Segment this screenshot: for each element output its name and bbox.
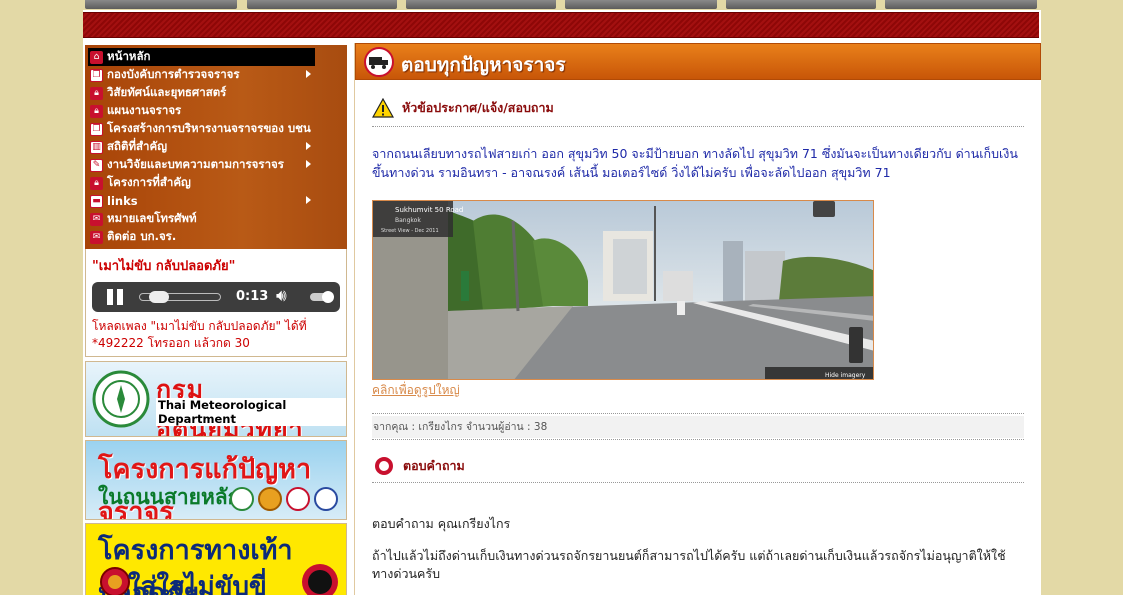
- warning-sign-icon: [302, 564, 338, 595]
- arrow-right-icon: [306, 70, 311, 78]
- sidebar-item-label: โครงการที่สำคัญ: [107, 175, 191, 189]
- pages-icon: ❐: [90, 68, 103, 82]
- tmd-seal-icon: [92, 370, 150, 428]
- sidebar-item-statistics[interactable]: ▥ สถิติที่สำคัญ: [88, 138, 344, 156]
- photo-hide-label: Hide imagery: [825, 372, 866, 379]
- playback-time: 0:13: [236, 289, 269, 304]
- sidebar-item-label: ติดต่อ บก.จร.: [107, 229, 177, 243]
- main-content: ตอบทุกปัญหาจราจร หัวข้อประกาศ/แจ้ง/สอบถา…: [354, 43, 1041, 595]
- sidebar-item-label: กองบังคับการตำรวจจราจร: [107, 67, 240, 81]
- pages-icon: ❐: [90, 122, 103, 136]
- volume-icon[interactable]: 🔊︎: [276, 286, 287, 306]
- safe-walkway-banner[interactable]: โครงการทางเท้าปลอดภัย ใส่ใจไม่ขับขี่: [85, 523, 347, 595]
- top-tab[interactable]: [247, 0, 397, 9]
- tmd-banner[interactable]: กรมอุตุนิยมวิทยา Thai Meteorological Dep…: [85, 361, 347, 437]
- sidebar-menu: ⌂ หน้าหลัก ❐ กองบังคับการตำรวจจราจร 🔒︎ ว…: [85, 45, 347, 249]
- top-tab[interactable]: [85, 0, 237, 9]
- question-text: จากถนนเลียบทางรถไฟสายเก่า ออก สุขุมวิท 5…: [372, 146, 1018, 180]
- answer-body: ถ้าไปแล้วไม่ถึงด่านเก็บเงินทางด่วนรถจักร…: [372, 548, 1006, 581]
- answer-label: ตอบคำถาม: [403, 458, 465, 473]
- page-title: ตอบทุกปัญหาจราจร: [401, 54, 566, 76]
- top-tab[interactable]: [565, 0, 717, 9]
- photo-city-label: Bangkok: [395, 217, 421, 224]
- topic-label: หัวข้อประกาศ/แจ้ง/สอบถาม: [402, 100, 554, 115]
- answer-heading: ตอบคำถาม: [372, 456, 1024, 476]
- traffic-project-subtitle: ในถนนสายหลัก: [98, 485, 241, 509]
- topic-section: หัวข้อประกาศ/แจ้ง/สอบถาม: [372, 98, 1024, 118]
- walkway-subtitle: ใส่ใจไม่ขับขี่: [128, 572, 267, 595]
- sidebar-item-label: วิสัยทัศน์และยุทธศาสตร์: [107, 85, 227, 99]
- chat-icon: ✉: [90, 212, 103, 226]
- pause-icon[interactable]: [107, 289, 125, 305]
- enlarge-photo-link[interactable]: คลิกเพื่อดูรูปใหญ่: [372, 381, 460, 400]
- top-tab[interactable]: [726, 0, 876, 9]
- answer-greeting: ตอบคำถาม คุณเกรียงไกร: [372, 516, 511, 531]
- volume-knob[interactable]: [322, 291, 334, 303]
- sidebar-item-projects[interactable]: 🔒︎ โครงการที่สำคัญ: [88, 174, 344, 192]
- folder-icon: ▬: [90, 194, 103, 208]
- sidebar-item-label: หน้าหลัก: [107, 49, 151, 63]
- police-badge-icon: [100, 567, 130, 595]
- sidebar-item-structure[interactable]: ❐ โครงสร้างการบริหารงานจราจรของ บชน: [88, 120, 344, 138]
- sidebar-item-contact[interactable]: ✉ ติดต่อ บก.จร.: [88, 228, 344, 246]
- post-meta: จากคุณ : เกรียงไกร จำนวนผู้อ่าน : 38: [372, 416, 1024, 438]
- song-box: "เมาไม่ขับ กลับปลอดภัย" 0:13 🔊︎ โหลดเพลง…: [85, 249, 347, 357]
- warning-icon: [372, 98, 394, 118]
- sidebar-item-phone[interactable]: ✉ หมายเลขโทรศัพท์: [88, 210, 344, 228]
- song-title: "เมาไม่ขับ กลับปลอดภัย": [92, 259, 236, 274]
- sidebar-item-label: งานวิจัยและบทความตามการจราจร: [107, 157, 284, 171]
- photo-street-label: Sukhumvit 50 Road: [395, 206, 463, 214]
- agency-logos-icon: [230, 487, 338, 511]
- chart-icon: ▥: [90, 140, 103, 154]
- sidebar-item-traffic-plan[interactable]: 🔒︎ แผนงานจราจร: [88, 102, 344, 120]
- sidebar-item-vision[interactable]: 🔒︎ วิสัยทัศน์และยุทธศาสตร์: [88, 84, 344, 102]
- sidebar-item-label: สถิติที่สำคัญ: [107, 139, 167, 153]
- record-icon: [375, 457, 393, 475]
- photo-sv-label: Street View - Dec 2011: [381, 228, 439, 234]
- divider: [372, 482, 1024, 483]
- sidebar-item-research[interactable]: ✎ งานวิจัยและบทความตามการจราจร: [88, 156, 344, 174]
- tmd-title-en: Thai Meteorological Department: [156, 398, 346, 426]
- lock-icon: 🔒︎: [90, 86, 103, 100]
- home-icon: ⌂: [90, 50, 103, 64]
- audio-player: 0:13 🔊︎: [92, 282, 340, 312]
- lock-icon: 🔒︎: [90, 104, 103, 118]
- divider: [372, 439, 1024, 440]
- sidebar-item-label: แผนงานจราจร: [107, 103, 182, 117]
- page-container: ⌂ หน้าหลัก ❐ กองบังคับการตำรวจจราจร 🔒︎ ว…: [83, 0, 1041, 595]
- traffic-project-banner[interactable]: โครงการแก้ปัญหาจราจร ในถนนสายหลัก: [85, 440, 347, 520]
- sidebar-item-label: links: [107, 194, 138, 208]
- sidebar-item-links[interactable]: ▬ links: [88, 192, 344, 210]
- answer-section: ตอบคำถาม: [372, 456, 1024, 476]
- pencil-icon: ✎: [90, 158, 103, 172]
- sidebar-item-label: หมายเลขโทรศัพท์: [107, 211, 197, 225]
- song-download-text: โหลดเพลง "เมาไม่ขับ กลับปลอดภัย" ได้ที่ …: [92, 319, 307, 350]
- sidebar-item-label: โครงสร้างการบริหารงานจราจรของ บชน: [107, 121, 311, 135]
- street-view-image: Sukhumvit 50 Road Bangkok Street View - …: [373, 201, 873, 379]
- top-tab[interactable]: [406, 0, 556, 9]
- sidebar: ⌂ หน้าหลัก ❐ กองบังคับการตำรวจจราจร 🔒︎ ว…: [85, 45, 347, 595]
- sidebar-item-traffic-division[interactable]: ❐ กองบังคับการตำรวจจราจร: [88, 66, 344, 84]
- divider: [372, 413, 1024, 414]
- content-header: ตอบทุกปัญหาจราจร: [355, 43, 1041, 80]
- chat-icon: ✉: [90, 230, 103, 244]
- arrow-right-icon: [306, 160, 311, 168]
- seek-knob[interactable]: [149, 291, 169, 303]
- seek-slider[interactable]: [139, 291, 221, 303]
- street-view-photo[interactable]: Sukhumvit 50 Road Bangkok Street View - …: [372, 200, 874, 380]
- sidebar-item-home[interactable]: ⌂ หน้าหลัก: [88, 48, 315, 66]
- volume-slider[interactable]: [310, 291, 334, 303]
- arrow-right-icon: [306, 196, 311, 204]
- arrow-right-icon: [306, 142, 311, 150]
- topic-heading: หัวข้อประกาศ/แจ้ง/สอบถาม: [372, 98, 1024, 118]
- top-nav: [83, 0, 1041, 10]
- top-tab[interactable]: [885, 0, 1037, 9]
- divider: [372, 126, 1024, 127]
- truck-sign-icon: [364, 47, 394, 77]
- header-banner: [83, 12, 1039, 38]
- lock-icon: 🔒︎: [90, 176, 103, 190]
